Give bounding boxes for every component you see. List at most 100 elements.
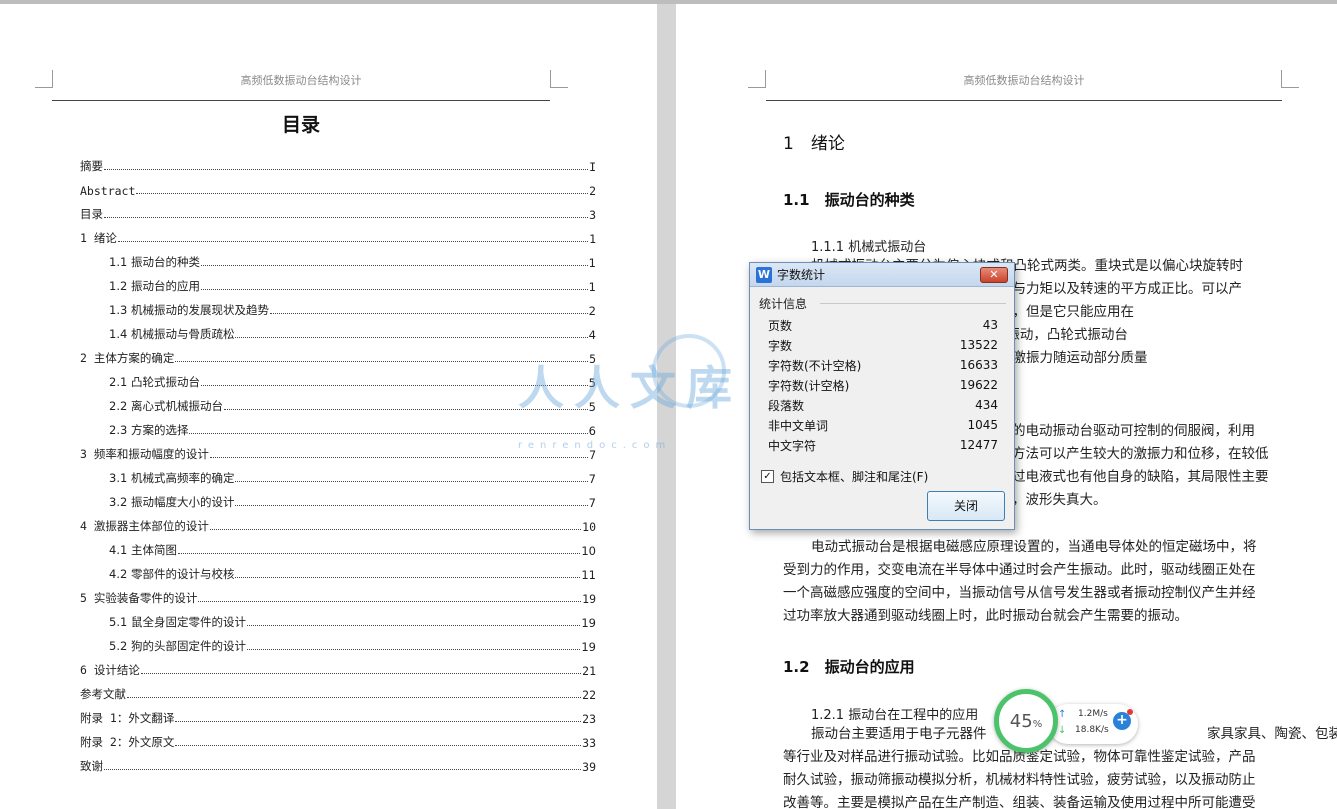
toc-entry-text: 5 实验装备零件的设计 bbox=[80, 591, 198, 605]
stat-label: 字数 bbox=[768, 338, 793, 353]
toc-entry-page: 11 bbox=[581, 568, 596, 582]
toc-entry[interactable]: 致谢 39 bbox=[80, 750, 596, 774]
toc-leader-dots bbox=[136, 193, 589, 194]
toc-entry[interactable]: 附录 1：外文翻译 23 bbox=[80, 702, 596, 726]
toc-entry-page: 2 bbox=[588, 304, 596, 318]
stat-row: 中文字符 12477 bbox=[768, 435, 998, 455]
toc-entry[interactable]: 1.1 振动台的种类 1 bbox=[80, 246, 596, 270]
toc-entry[interactable]: 2 主体方案的确定 5 bbox=[80, 342, 596, 366]
text-line: 耐久试验，振动筛振动模拟分析，机械材料特性试验，疲劳试验，以及振动防止 bbox=[783, 772, 1256, 788]
toc-entry-text: 1.2 振动台的应用 bbox=[109, 279, 200, 293]
toc-entry-page: 1 bbox=[588, 280, 596, 294]
toc-entry-text: 1.1 振动台的种类 bbox=[109, 255, 200, 269]
stats-group-label: 统计信息 bbox=[759, 297, 808, 311]
toc-leader-dots bbox=[127, 697, 582, 698]
toc-leader-dots bbox=[104, 169, 589, 170]
margin-corner-mark bbox=[748, 70, 766, 88]
toc-entry-page: 7 bbox=[589, 448, 596, 462]
toc-entry[interactable]: 参考文献 22 bbox=[80, 678, 596, 702]
dialog-close-icon[interactable]: ✕ bbox=[980, 267, 1008, 283]
toc-entry[interactable]: 4 激振器主体部位的设计 10 bbox=[80, 510, 596, 534]
toc-leader-dots bbox=[223, 409, 588, 410]
toc-entry[interactable]: 3.1 机械式高频率的确定 7 bbox=[80, 462, 596, 486]
toc-leader-dots bbox=[198, 601, 582, 602]
toc-entry[interactable]: 1 绪论 1 bbox=[80, 222, 596, 246]
toc-entry-text: Abstract bbox=[80, 184, 136, 198]
text-line: 一个高磁感应强度的空间中，当振动信号从信号发生器或者振动控制仪产生并经 bbox=[783, 585, 1256, 601]
upload-arrow-icon: ↑ bbox=[1058, 709, 1067, 720]
section-heading: 1.1 振动台的种类 bbox=[783, 191, 915, 209]
text-line: 方法可以产生较大的激振力和位移，在较低 bbox=[1012, 446, 1269, 462]
toc-entry[interactable]: 4.2 零部件的设计与校核 11 bbox=[80, 558, 596, 582]
toc-entry-text: 附录 1：外文翻译 bbox=[80, 711, 175, 725]
toc-entry[interactable]: 2.3 方案的选择 6 bbox=[80, 414, 596, 438]
toc-leader-dots bbox=[209, 529, 582, 530]
document-page-left: 高频低数振动台结构设计 目录 摘要 I Abstract 2 目录 3 1 绪论 1 1.1 振… bbox=[0, 4, 657, 809]
toc-entry-page: 10 bbox=[582, 520, 596, 534]
toc-entry[interactable]: 3.2 振动幅度大小的设计 7 bbox=[80, 486, 596, 510]
toc-entry-page: I bbox=[589, 160, 596, 174]
toc-leader-dots bbox=[200, 385, 588, 386]
margin-corner-mark bbox=[550, 70, 568, 88]
toc-entry[interactable]: 5 实验装备零件的设计 19 bbox=[80, 582, 596, 606]
toc-entry-page: 2 bbox=[589, 184, 596, 198]
text-line: 过功率放大器通到驱动线圈上时，此时振动台就会产生需要的振动。 bbox=[783, 608, 1188, 624]
toc-entry-page: 19 bbox=[581, 616, 596, 630]
subsection-heading: 1.2.1 振动台在工程中的应用 bbox=[811, 708, 979, 723]
toc-leader-dots bbox=[177, 553, 581, 554]
toc-entry[interactable]: 4.1 主体简图 10 bbox=[80, 534, 596, 558]
toc-leader-dots bbox=[235, 481, 588, 482]
toc-entry[interactable]: 2.1 凸轮式振动台 5 bbox=[80, 366, 596, 390]
toc-entry-page: 19 bbox=[582, 592, 596, 606]
stat-row: 页数 43 bbox=[768, 315, 998, 335]
stat-value: 43 bbox=[982, 318, 998, 332]
toc-leader-dots bbox=[175, 361, 589, 362]
usage-percent: 45% bbox=[1010, 711, 1042, 732]
toc-entry-text: 2.3 方案的选择 bbox=[109, 423, 189, 437]
toc-entry-text: 1 绪论 bbox=[80, 231, 117, 245]
toc-entry[interactable]: 5.2 狗的头部固定件的设计 19 bbox=[80, 630, 596, 654]
toc-entry[interactable]: 6 设计结论 21 bbox=[80, 654, 596, 678]
toc-entry[interactable]: 附录 2：外文原文 33 bbox=[80, 726, 596, 750]
notification-dot bbox=[1127, 709, 1133, 715]
text-fragment: 家具家具、陶瓷、包装 bbox=[1207, 726, 1337, 742]
toc-leader-dots bbox=[104, 769, 582, 770]
toc-entry[interactable]: 1.2 振动台的应用 1 bbox=[80, 270, 596, 294]
checkbox-box[interactable]: ✓ bbox=[761, 470, 774, 483]
stats-list: 页数 43 字数 13522 字符数(不计空格) 16633 字符数(计空格) 19622 段落… bbox=[768, 315, 998, 455]
stat-label: 字符数(计空格) bbox=[768, 378, 850, 393]
text-line: 受到力的作用，交变电流在半导体中通过时会产生振动。此时，驱动线圈正处在 bbox=[783, 562, 1256, 578]
usage-percent-unit: % bbox=[1032, 718, 1043, 730]
dialog-titlebar[interactable]: W 字数统计 ✕ bbox=[750, 263, 1014, 287]
close-button[interactable]: 关闭 bbox=[927, 491, 1005, 521]
toc-title: 目录 bbox=[281, 114, 320, 136]
toc-leader-dots bbox=[175, 721, 582, 722]
text-line: ，波形失真大。 bbox=[1012, 492, 1107, 508]
stat-label: 段落数 bbox=[768, 398, 805, 413]
stat-label: 非中文单词 bbox=[768, 418, 829, 433]
toc-entry[interactable]: 2.2 离心式机械振动台 5 bbox=[80, 390, 596, 414]
stat-value: 19622 bbox=[959, 378, 998, 392]
include-textbox-checkbox[interactable]: ✓ 包括文本框、脚注和尾注(F) bbox=[761, 468, 928, 485]
toc-entry[interactable]: 目录 3 bbox=[80, 198, 596, 222]
toc-entry[interactable]: 1.3 机械振动的发展现状及趋势 2 bbox=[80, 294, 596, 318]
stat-label: 页数 bbox=[768, 318, 793, 333]
stat-row: 字符数(计空格) 19622 bbox=[768, 375, 998, 395]
checkbox-label: 包括文本框、脚注和尾注(F) bbox=[780, 470, 929, 484]
memory-usage-ring[interactable]: 45% bbox=[994, 689, 1058, 753]
toc-entry-page: 21 bbox=[582, 664, 596, 678]
toc-entry-text: 参考文献 bbox=[80, 687, 126, 701]
toc-entry[interactable]: 摘要 I bbox=[80, 150, 596, 174]
stat-value: 13522 bbox=[959, 338, 998, 352]
word-count-dialog: W 字数统计 ✕ 统计信息 页数 43 字数 13522 字符数(不计空格) 16633 字… bbox=[749, 262, 1015, 530]
toc-leader-dots bbox=[104, 217, 589, 218]
toc-entry[interactable]: Abstract 2 bbox=[80, 174, 596, 198]
toc-leader-dots bbox=[246, 649, 581, 650]
stat-value: 434 bbox=[975, 398, 998, 412]
toc-entry[interactable]: 5.1 鼠全身固定零件的设计 19 bbox=[80, 606, 596, 630]
paragraph: 的电动振动台驱动可控制的伺服阀，利用 方法可以产生较大的激振力和位移，在较低 过… bbox=[1012, 420, 1269, 512]
toc-entry[interactable]: 1.4 机械振动与骨质疏松 4 bbox=[80, 318, 596, 342]
toc-entry[interactable]: 3 频率和振动幅度的设计 7 bbox=[80, 438, 596, 462]
toc-entry-text: 4.1 主体简图 bbox=[109, 543, 177, 557]
toc-entry-text: 2 主体方案的确定 bbox=[80, 351, 175, 365]
